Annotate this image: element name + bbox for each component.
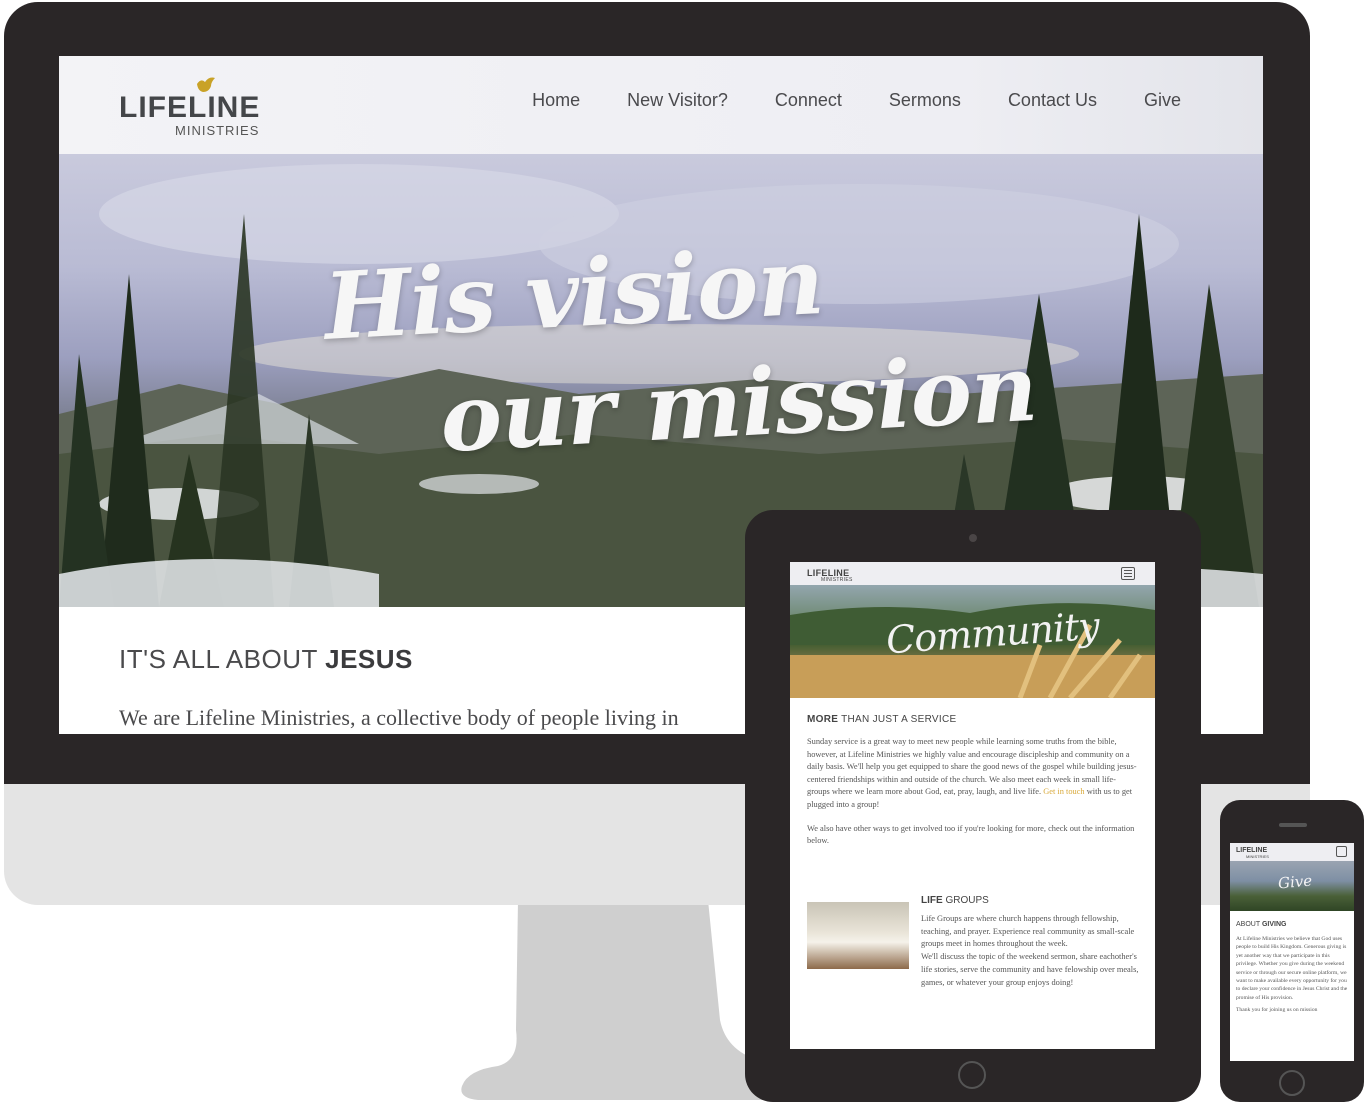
get-in-touch-link[interactable]: Get in touch bbox=[1043, 787, 1084, 796]
nav-new-visitor[interactable]: New Visitor? bbox=[627, 90, 728, 111]
logo-subtitle: MINISTRIES bbox=[175, 123, 260, 138]
tablet-heading-bold: MORE bbox=[807, 714, 839, 725]
site-header: LIFELINE MINISTRIES Home New Visitor? Co… bbox=[59, 56, 1263, 154]
phone-website-screen: LIFELINE MINISTRIES Give ABOUT GIVING At … bbox=[1230, 843, 1354, 1061]
tablet-paragraph-2: We also have other ways to get involved … bbox=[807, 823, 1135, 846]
phone-logo-word: LIFELINE bbox=[1236, 847, 1268, 854]
tablet-paragraph-1: Sunday service is a great way to meet ne… bbox=[807, 736, 1138, 812]
phone-logo[interactable]: LIFELINE MINISTRIES bbox=[1236, 847, 1269, 859]
hamburger-menu-icon[interactable] bbox=[1336, 846, 1347, 857]
tablet-content: MORE THAN JUST A SERVICE Sunday service … bbox=[790, 698, 1155, 848]
nav-contact-us[interactable]: Contact Us bbox=[1008, 90, 1097, 111]
life-groups-title-bold: LIFE bbox=[921, 895, 943, 906]
life-groups-title: LIFE GROUPS bbox=[921, 895, 989, 906]
phone-content: ABOUT GIVING At Lifeline Ministries we b… bbox=[1230, 911, 1354, 1015]
life-groups-text-1: Life Groups are where church happens thr… bbox=[921, 914, 1135, 949]
hamburger-menu-icon[interactable] bbox=[1121, 567, 1135, 580]
phone-header: LIFELINE MINISTRIES bbox=[1230, 843, 1354, 861]
about-heading-light: IT'S ALL ABOUT bbox=[119, 644, 326, 674]
tablet-logo[interactable]: LIFELINE MINISTRIES bbox=[807, 568, 853, 583]
nav-give[interactable]: Give bbox=[1144, 90, 1181, 111]
tablet-heading-light: THAN JUST A SERVICE bbox=[838, 714, 957, 725]
device-mockup-stage: LIFELINE MINISTRIES Home New Visitor? Co… bbox=[0, 0, 1367, 1104]
tablet-home-button bbox=[958, 1061, 986, 1089]
life-groups-text: Life Groups are where church happens thr… bbox=[921, 913, 1139, 989]
tablet-website-screen: LIFELINE MINISTRIES Community MORE THAN J… bbox=[790, 562, 1155, 1049]
nav-home[interactable]: Home bbox=[532, 90, 580, 111]
phone-logo-sub: MINISTRIES bbox=[1246, 854, 1269, 859]
tablet-header: LIFELINE MINISTRIES bbox=[790, 562, 1155, 585]
phone-heading-light: ABOUT bbox=[1236, 921, 1262, 928]
phone-home-button bbox=[1279, 1070, 1305, 1096]
site-logo[interactable]: LIFELINE MINISTRIES bbox=[119, 76, 259, 140]
nav-sermons[interactable]: Sermons bbox=[889, 90, 961, 111]
phone-hero-title: Give bbox=[1277, 871, 1313, 893]
tablet-hero: Community bbox=[790, 585, 1155, 698]
phone-paragraph-1: At Lifeline Ministries we believe that G… bbox=[1236, 936, 1348, 1001]
hero-title-line-1: His vision bbox=[321, 226, 826, 361]
life-groups-title-light: GROUPS bbox=[942, 895, 989, 906]
life-groups-text-2: We'll discuss the topic of the weekend s… bbox=[921, 952, 1139, 987]
about-heading-bold: JESUS bbox=[325, 644, 413, 674]
tablet-frame: LIFELINE MINISTRIES Community MORE THAN J… bbox=[745, 510, 1201, 1102]
nav-connect[interactable]: Connect bbox=[775, 90, 842, 111]
phone-hero: Give bbox=[1230, 861, 1354, 911]
tablet-heading: MORE THAN JUST A SERVICE bbox=[807, 714, 1138, 725]
main-nav: Home New Visitor? Connect Sermons Contac… bbox=[532, 90, 1181, 111]
tablet-camera bbox=[969, 534, 977, 542]
tablet-logo-sub: MINISTRIES bbox=[821, 577, 853, 583]
about-intro-text: We are Lifeline Ministries, a collective… bbox=[119, 705, 679, 730]
phone-paragraph-2: Thank you for joining us on mission bbox=[1236, 1007, 1318, 1014]
logo-wordmark: LIFELINE bbox=[119, 91, 261, 124]
phone-heading-bold: GIVING bbox=[1261, 921, 1287, 928]
phone-frame: LIFELINE MINISTRIES Give ABOUT GIVING At … bbox=[1220, 800, 1364, 1102]
open-bible-image bbox=[807, 902, 909, 969]
phone-speaker bbox=[1279, 823, 1307, 827]
phone-heading: ABOUT GIVING bbox=[1236, 921, 1348, 928]
hero-title: His vision our mission bbox=[321, 210, 1052, 483]
